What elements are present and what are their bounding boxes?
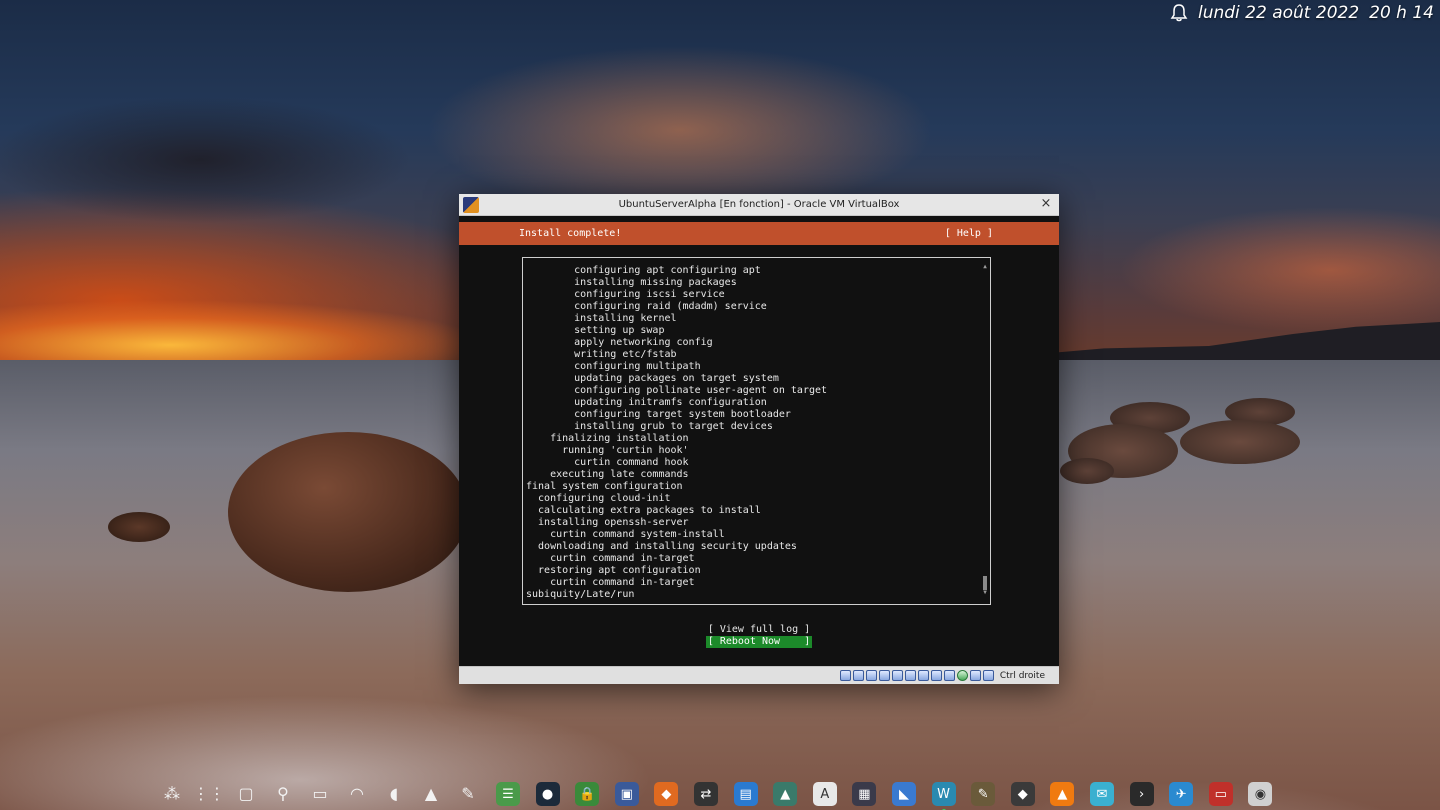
host-key-label: Ctrl droite — [999, 670, 1045, 681]
hard-disk-icon[interactable] — [839, 670, 851, 681]
installer-header: Install complete! [ Help ] — [459, 222, 1059, 245]
virtualbox-logo-icon[interactable] — [463, 197, 479, 213]
video-capture-icon[interactable] — [930, 670, 942, 681]
log-scrollbar[interactable]: ▲ ▼ — [982, 264, 988, 596]
window-titlebar[interactable]: UbuntuServerAlpha [En fonction] - Oracle… — [459, 194, 1059, 216]
log-line: curtin command in-target — [526, 577, 695, 588]
network-share-icon[interactable]: ⁂ — [160, 782, 184, 806]
terminal-icon[interactable]: › — [1129, 782, 1154, 806]
top-panel-clock[interactable]: lundi 22 août 2022 20 h 14 — [1170, 2, 1434, 24]
wifi-icon[interactable]: ◠ — [345, 782, 369, 806]
scroll-up-arrow-icon[interactable]: ▲ — [982, 264, 988, 270]
files-app-icon[interactable]: ▭ — [1208, 782, 1233, 806]
app-grid-icon[interactable]: ⋮⋮ — [193, 782, 225, 806]
toolbox-icon[interactable]: ▤ — [733, 782, 758, 806]
wallpaper-rock — [108, 512, 170, 542]
clock-date: lundi 22 août 2022 — [1197, 3, 1360, 23]
gimp-icon[interactable]: ✎ — [971, 782, 996, 806]
bird-app-icon[interactable]: ✈ — [1169, 782, 1194, 806]
help-button[interactable]: [ Help ] — [945, 222, 993, 245]
window-title: UbuntuServerAlpha [En fonction] - Oracle… — [618, 199, 900, 210]
globe-app-icon[interactable]: ● — [535, 782, 560, 806]
scroll-thumb[interactable] — [983, 576, 987, 590]
scroll-down-arrow-icon[interactable]: ▼ — [982, 590, 988, 596]
log-line: configuring cloud-init — [526, 493, 671, 504]
log-line: updating initramfs configuration — [526, 397, 767, 408]
vm-screen[interactable]: Install complete! [ Help ] configuring a… — [459, 216, 1059, 666]
log-line: installing kernel — [526, 313, 677, 324]
calculator-icon[interactable]: ▦ — [852, 782, 877, 806]
log-line: configuring iscsi service — [526, 289, 725, 300]
network-icon[interactable] — [878, 670, 890, 681]
log-line: subiquity/Late/run — [526, 589, 635, 600]
android-studio-icon[interactable]: ◣ — [892, 782, 916, 806]
vm-statusbar: Ctrl droite — [459, 666, 1059, 684]
wallpaper-rock — [1180, 420, 1300, 464]
log-line: calculating extra packages to install — [526, 505, 761, 516]
log-line: curtin command system-install — [526, 529, 725, 540]
log-line: executing late commands — [526, 469, 689, 480]
log-line: configuring target system bootloader — [526, 409, 791, 420]
log-line: updating packages on target system — [526, 373, 779, 384]
window-icon[interactable]: ▢ — [234, 782, 258, 806]
install-log-box[interactable]: configuring apt configuring apt installi… — [522, 257, 991, 605]
battery-icon[interactable]: ▭ — [308, 782, 332, 806]
log-line: setting up swap — [526, 325, 665, 336]
log-line: writing etc/fstab — [526, 349, 677, 360]
log-line: running 'curtin hook' — [526, 445, 689, 456]
bulb-icon[interactable]: ⚲ — [271, 782, 295, 806]
arrow-up-icon[interactable]: ▲ — [419, 782, 443, 806]
monitor-app-icon[interactable]: W — [931, 782, 956, 810]
notes-app-icon[interactable]: ☰ — [496, 782, 520, 806]
log-line: configuring apt configuring apt — [526, 265, 761, 276]
log-line: restoring apt configuration — [526, 565, 701, 576]
display-icon[interactable] — [917, 670, 929, 681]
log-line: downloading and installing security upda… — [526, 541, 797, 552]
log-line: finalizing installation — [526, 433, 689, 444]
shared-folder-icon[interactable] — [904, 670, 916, 681]
log-line: apply networking config — [526, 337, 713, 348]
log-line: installing openssh-server — [526, 517, 689, 528]
installer-title: Install complete! — [519, 228, 622, 239]
wallpaper-rock — [228, 432, 468, 592]
log-line: curtin command hook — [526, 457, 689, 468]
close-button[interactable]: × — [1039, 197, 1053, 211]
font-viewer-icon[interactable]: A — [812, 782, 837, 806]
optical-drive-icon[interactable] — [852, 670, 864, 681]
terminal-switch-icon[interactable]: ⇄ — [694, 782, 718, 806]
mail-icon[interactable]: ✉ — [1090, 782, 1114, 806]
clock-time: 20 h 14 — [1369, 3, 1434, 23]
image-viewer-icon[interactable]: ▲ — [773, 782, 798, 806]
install-log: configuring apt configuring apt installi… — [526, 265, 990, 601]
audio-icon[interactable] — [865, 670, 877, 681]
package-lock-icon[interactable]: 🔒 — [575, 782, 600, 806]
bell-icon[interactable] — [1170, 3, 1188, 23]
usb-icon[interactable] — [891, 670, 903, 681]
log-line: configuring multipath — [526, 361, 701, 372]
virtualbox-icon[interactable]: ▣ — [614, 782, 639, 806]
log-line: installing grub to target devices — [526, 421, 773, 432]
virtualbox-window[interactable]: UbuntuServerAlpha [En fonction] - Oracle… — [459, 194, 1059, 684]
statusbar-icons — [839, 670, 994, 681]
chrome-icon[interactable]: ◉ — [1248, 782, 1273, 806]
wallpaper-rock — [1060, 458, 1114, 484]
recording-icon[interactable] — [943, 670, 955, 681]
inkscape-icon[interactable]: ◆ — [1010, 782, 1035, 806]
log-line: final system configuration — [526, 481, 683, 492]
software-store-icon[interactable]: ◆ — [654, 782, 679, 806]
view-full-log-button[interactable]: [ View full log ] — [459, 624, 1059, 636]
log-line: configuring pollinate user-agent on targ… — [526, 385, 828, 396]
reboot-now-button[interactable]: [ Reboot Now ] — [705, 636, 813, 648]
log-line: curtin command in-target — [526, 553, 695, 564]
volume-icon[interactable]: ◖ — [382, 782, 406, 806]
dock: ⁂⋮⋮▢⚲▭◠◖▲✎○☰●🔒▣◆⇄▤▲A▦◣W✎◆▲✉›✈▭◉ — [150, 776, 1290, 810]
cpu-icon[interactable] — [969, 670, 981, 681]
reboot-row: [ Reboot Now ] — [459, 636, 1059, 648]
virtualization-icon[interactable] — [956, 670, 968, 681]
log-line: configuring raid (mdadm) service — [526, 301, 767, 312]
mouse-integration-icon[interactable] — [982, 670, 994, 681]
pen-icon[interactable]: ✎ — [456, 782, 480, 806]
vlc-icon[interactable]: ▲ — [1050, 782, 1075, 806]
log-line: installing missing packages — [526, 277, 737, 288]
